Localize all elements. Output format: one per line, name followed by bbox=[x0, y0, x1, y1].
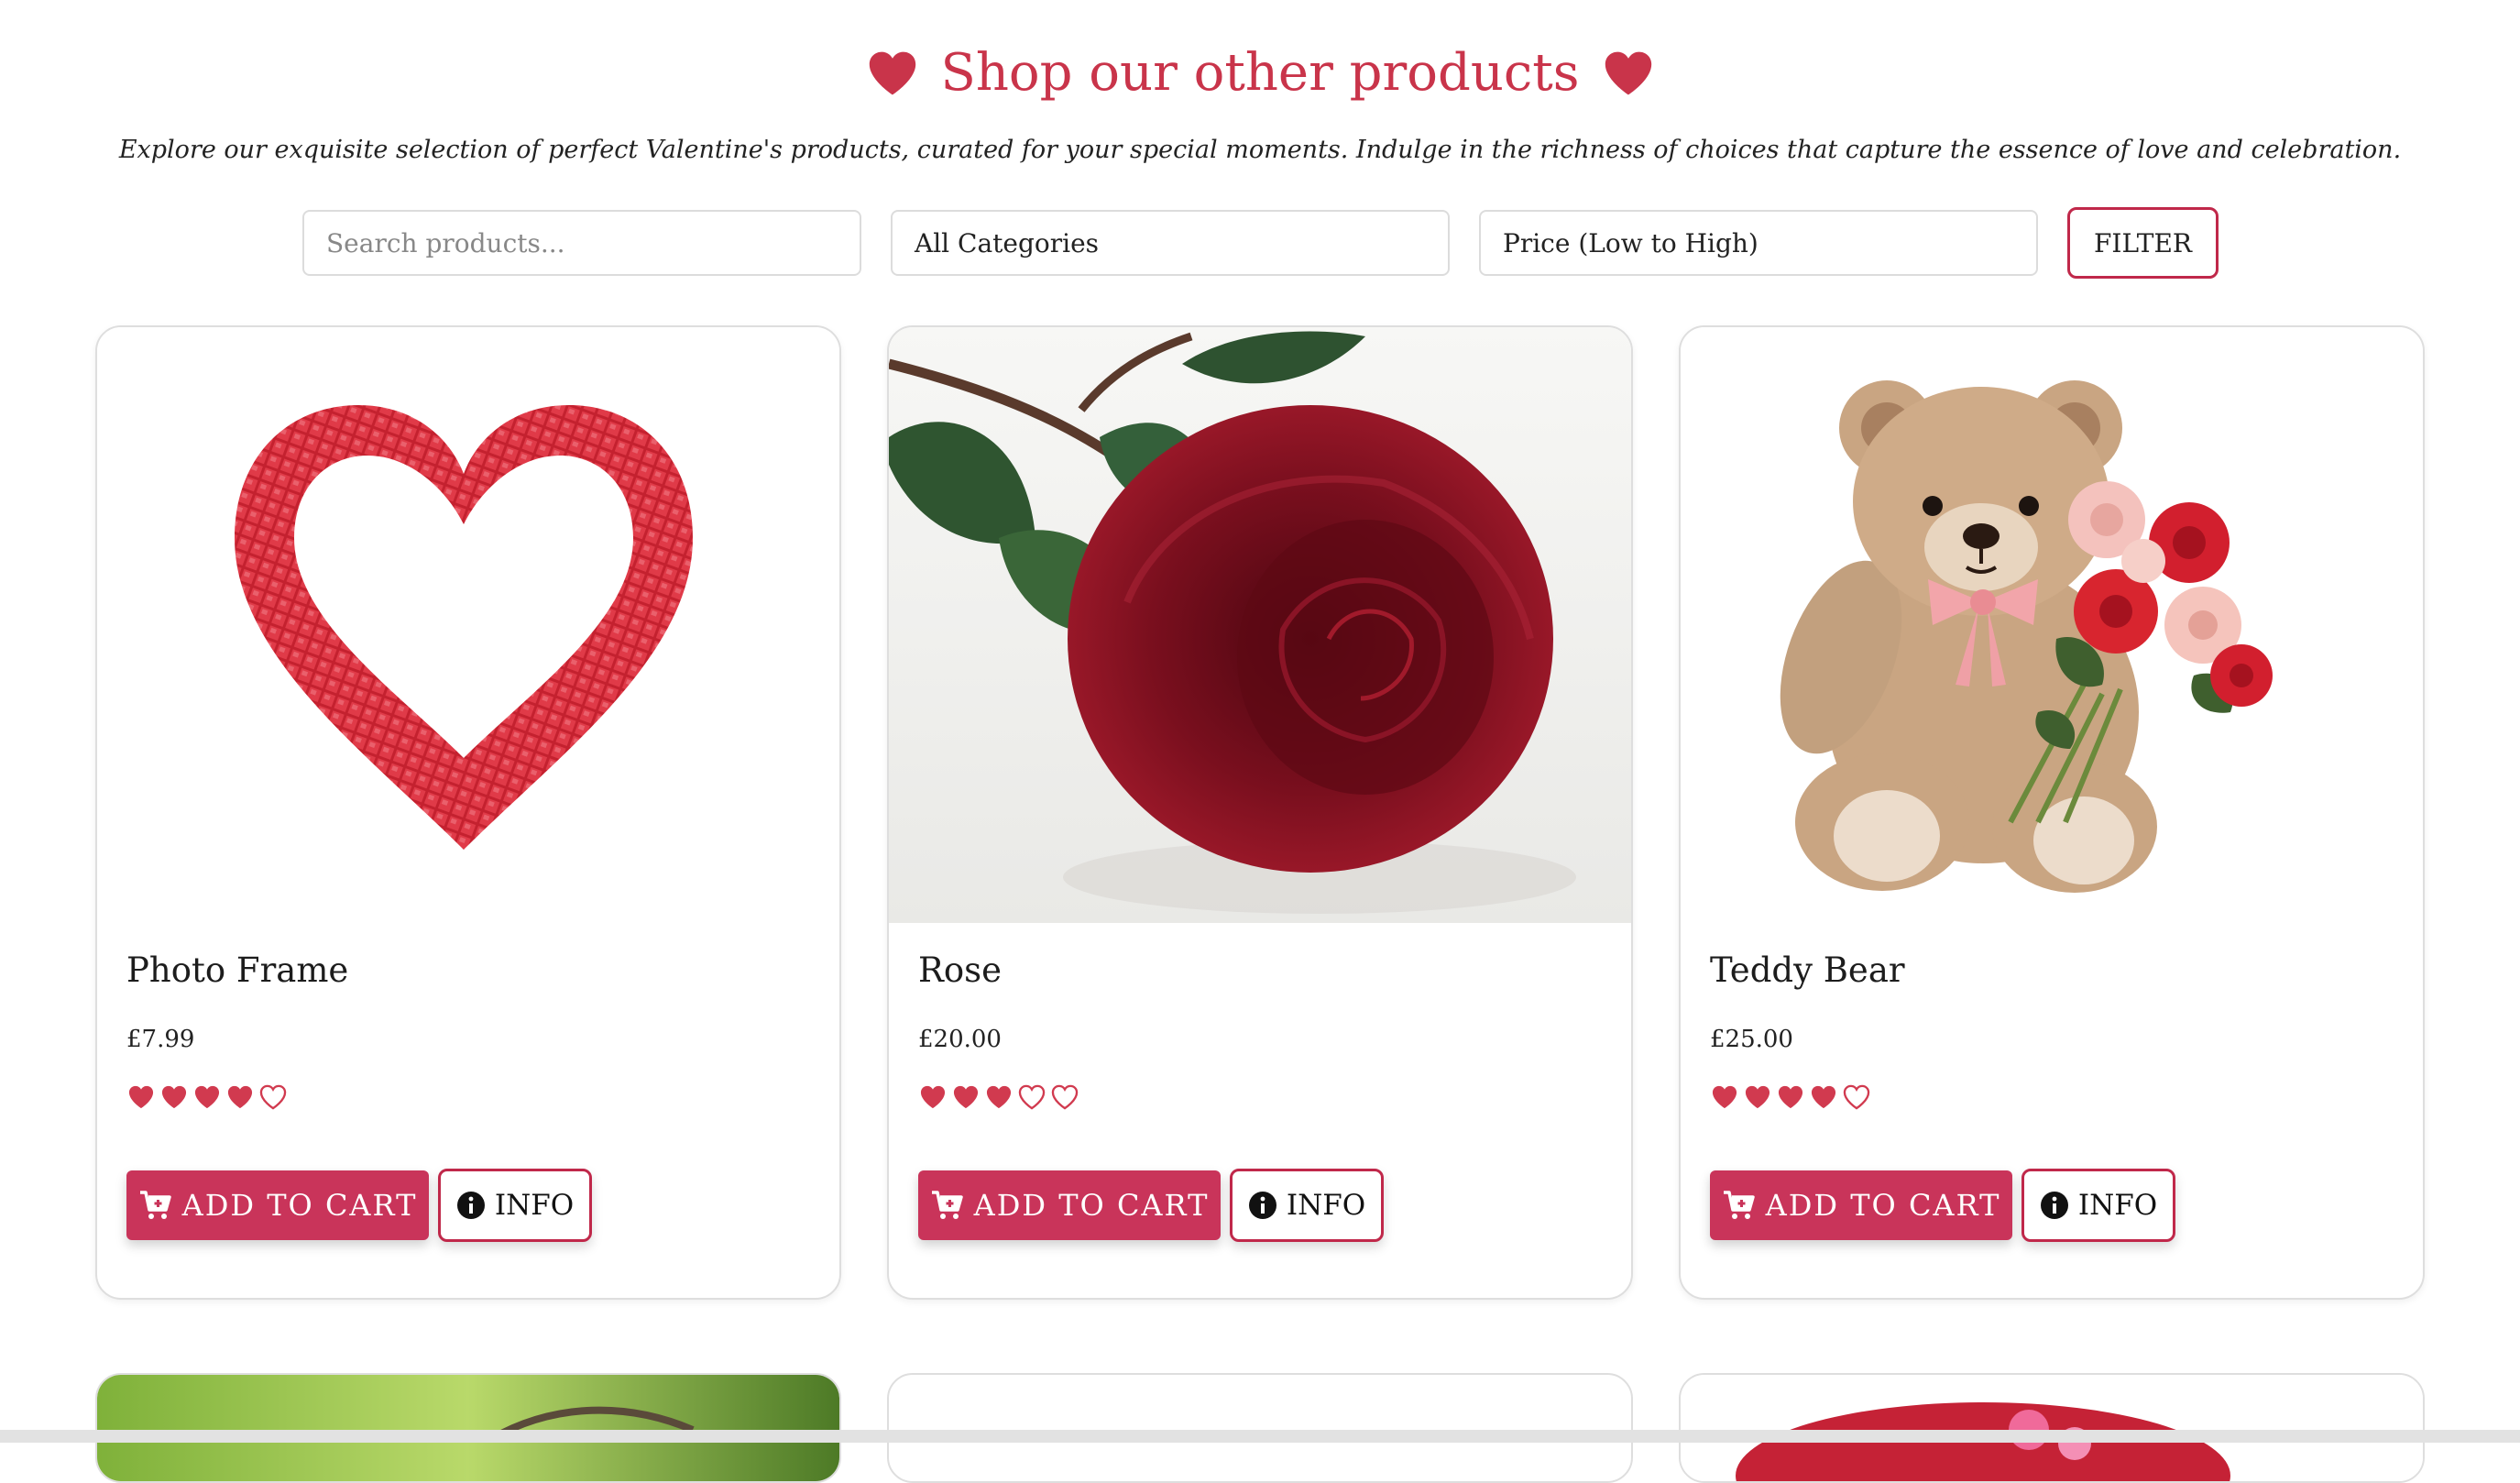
sort-select-value: Price (Low to High) bbox=[1503, 227, 1759, 258]
heart-filled-icon bbox=[194, 1085, 220, 1109]
product-card-partial[interactable] bbox=[887, 1373, 1633, 1483]
product-name: Rose bbox=[918, 950, 1003, 990]
add-to-cart-label: ADD TO CART bbox=[1765, 1188, 2001, 1223]
heart-filled-icon bbox=[161, 1085, 187, 1109]
rating-stars bbox=[126, 1084, 288, 1110]
heart-filled-icon bbox=[1811, 1085, 1836, 1109]
add-to-cart-button[interactable]: ADD TO CART bbox=[918, 1170, 1221, 1240]
info-icon bbox=[1248, 1192, 1276, 1219]
filter-button[interactable]: FILTER bbox=[2067, 207, 2219, 279]
product-image-partial bbox=[97, 1375, 839, 1481]
heart-filled-icon bbox=[920, 1085, 946, 1109]
horizontal-scrollbar[interactable] bbox=[0, 1430, 2520, 1443]
product-card-photo-frame[interactable]: Photo Frame £7.99 ADD TO CART INFO bbox=[95, 325, 841, 1300]
heart-outline-icon bbox=[1018, 1084, 1046, 1110]
product-price: £20.00 bbox=[918, 1026, 1002, 1053]
section-header: Shop our other products Explore our exqu… bbox=[0, 37, 2520, 164]
heart-filled-icon bbox=[1745, 1085, 1770, 1109]
add-to-cart-label: ADD TO CART bbox=[973, 1188, 1210, 1223]
filter-bar: All Categories Price (Low to High) FILTE… bbox=[302, 207, 2219, 279]
heart-icon bbox=[869, 51, 915, 95]
add-to-cart-button[interactable]: ADD TO CART bbox=[126, 1170, 429, 1240]
sort-select[interactable]: Price (Low to High) bbox=[1479, 210, 2038, 276]
category-select[interactable]: All Categories bbox=[891, 210, 1450, 276]
product-card-partial[interactable] bbox=[95, 1373, 841, 1483]
info-button[interactable]: INFO bbox=[438, 1169, 592, 1242]
product-image-partial bbox=[1681, 1375, 2423, 1481]
cart-icon bbox=[931, 1191, 963, 1219]
info-button[interactable]: INFO bbox=[1230, 1169, 1384, 1242]
add-to-cart-button[interactable]: ADD TO CART bbox=[1710, 1170, 2012, 1240]
product-card-partial[interactable] bbox=[1679, 1373, 2425, 1483]
product-image-rose[interactable] bbox=[889, 327, 1631, 923]
heart-outline-icon bbox=[1843, 1084, 1870, 1110]
info-button[interactable]: INFO bbox=[2021, 1169, 2175, 1242]
add-to-cart-label: ADD TO CART bbox=[181, 1188, 418, 1223]
product-name: Teddy Bear bbox=[1710, 950, 1905, 990]
heart-icon bbox=[1605, 51, 1651, 95]
page-title: Shop our other products bbox=[940, 43, 1580, 103]
info-label: INFO bbox=[1286, 1189, 1366, 1222]
cart-icon bbox=[139, 1191, 171, 1219]
heart-filled-icon bbox=[953, 1085, 979, 1109]
product-image-photo-frame[interactable] bbox=[97, 327, 839, 923]
product-price: £7.99 bbox=[126, 1026, 195, 1053]
info-label: INFO bbox=[494, 1189, 575, 1222]
search-input[interactable] bbox=[302, 210, 861, 276]
heart-outline-icon bbox=[1051, 1084, 1079, 1110]
heart-filled-icon bbox=[227, 1085, 253, 1109]
product-price: £25.00 bbox=[1710, 1026, 1793, 1053]
info-icon bbox=[2040, 1192, 2068, 1219]
title-row: Shop our other products bbox=[0, 37, 2520, 110]
cart-icon bbox=[1723, 1191, 1755, 1219]
product-card-teddy-bear[interactable]: Teddy Bear £25.00 ADD TO CART INFO bbox=[1679, 325, 2425, 1300]
rating-stars bbox=[1710, 1084, 1871, 1110]
heart-filled-icon bbox=[1712, 1085, 1737, 1109]
heart-filled-icon bbox=[986, 1085, 1012, 1109]
info-icon bbox=[456, 1192, 485, 1219]
heart-filled-icon bbox=[128, 1085, 154, 1109]
rating-stars bbox=[918, 1084, 1079, 1110]
product-card-rose[interactable]: Rose £20.00 ADD TO CART INFO bbox=[887, 325, 1633, 1300]
page-subtitle: Explore our exquisite selection of perfe… bbox=[118, 136, 2402, 164]
category-select-value: All Categories bbox=[915, 227, 1100, 258]
heart-filled-icon bbox=[1778, 1085, 1803, 1109]
product-name: Photo Frame bbox=[126, 950, 349, 990]
info-label: INFO bbox=[2077, 1189, 2158, 1222]
product-image-teddy-bear[interactable] bbox=[1681, 327, 2423, 923]
heart-outline-icon bbox=[259, 1084, 287, 1110]
